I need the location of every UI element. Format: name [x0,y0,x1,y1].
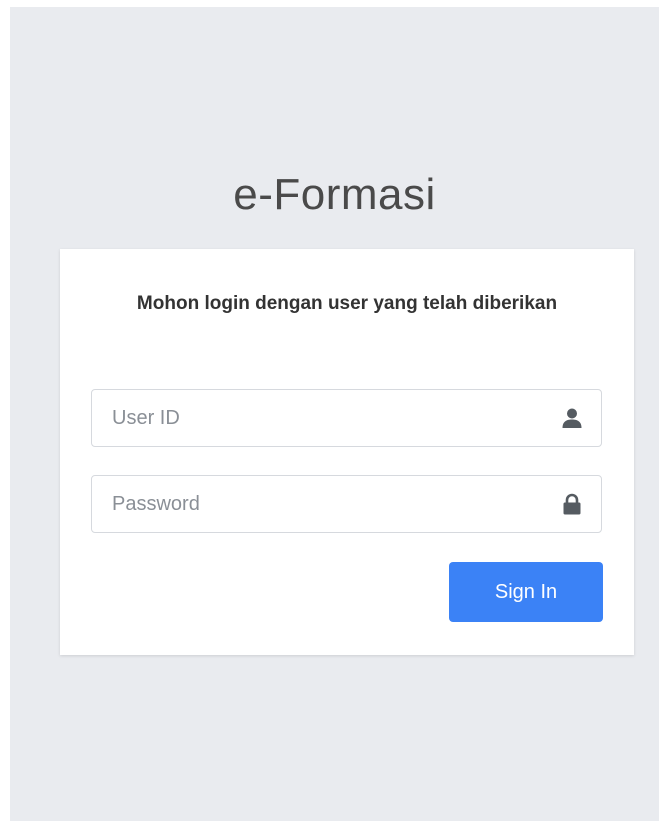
login-message: Mohon login dengan user yang telah diber… [136,293,558,314]
lock-icon [561,493,583,515]
login-card: Mohon login dengan user yang telah diber… [60,249,634,655]
login-page: e-Formasi Mohon login dengan user yang t… [10,7,659,821]
app-title: e-Formasi [233,170,436,219]
signin-button[interactable]: Sign In [449,562,603,622]
user-icon [561,407,583,429]
password-input[interactable] [92,476,542,532]
password-input-group [91,475,602,533]
userid-input[interactable] [92,390,542,446]
userid-input-group [91,389,602,447]
